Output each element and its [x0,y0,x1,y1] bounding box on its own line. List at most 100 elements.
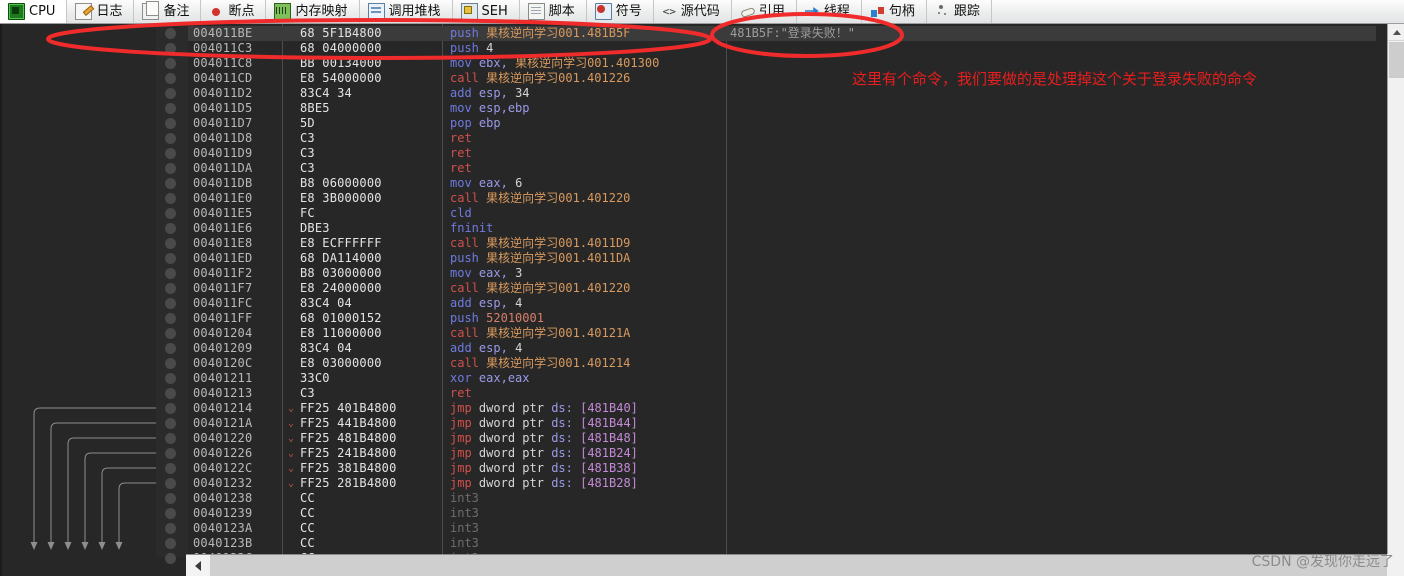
disassembly-rows[interactable]: 004011BE 68 5F1B4800 push 果核逆向学习001.481B5F… [188,24,1376,557]
disassembly-row[interactable]: 004011FC 83C4 04 add esp, 4 [188,296,1376,311]
breakpoint-toggle-icon[interactable] [165,133,176,144]
breakpoint-toggle-icon[interactable] [165,328,176,339]
disassembly-row[interactable]: 0040122C ⌄ FF25 381B4800 jmp dword ptr ds: … [188,461,1376,476]
tab-breakpoint-dot[interactable]: 断点 [201,0,267,23]
breakpoint-toggle-icon[interactable] [165,373,176,384]
breakpoint-toggle-icon[interactable] [165,358,176,369]
tab-handle[interactable]: 句柄 [862,0,927,23]
breakpoint-toggle-icon[interactable] [165,418,176,429]
disassembly-row[interactable]: 004011E8 E8 ECFFFFFF call 果核逆向学习001.4011D9 [188,236,1376,251]
breakpoint-toggle-icon[interactable] [165,58,176,69]
cpu-disassembly-panel[interactable]: 004011BE 68 5F1B4800 push 果核逆向学习001.481B5F… [0,24,1404,576]
instruction-mnemonic: ret [450,386,472,400]
row-instruction: fninit [450,221,493,236]
disassembly-row[interactable]: 004011D8 C3 ret [188,131,1376,146]
disassembly-row[interactable]: 004011DA C3 ret [188,161,1376,176]
disassembly-row[interactable]: 00401211 33C0 xor eax,eax [188,371,1376,386]
disassembly-row[interactable]: 00401214 ⌄ FF25 401B4800 jmp dword ptr ds: … [188,401,1376,416]
breakpoint-toggle-icon[interactable] [165,478,176,489]
disassembly-row[interactable]: 00401204 E8 11000000 call 果核逆向学习001.40121A [188,326,1376,341]
disassembly-row[interactable]: 004011E5 FC cld [188,206,1376,221]
tab-reference[interactable]: 引用 [732,0,797,23]
instruction-operand: 果核逆向学习001.401214 [486,356,631,370]
row-instruction: int3 [450,491,479,506]
disassembly-row[interactable]: 004011FF 68 01000152 push 52010001 [188,311,1376,326]
tab-trace[interactable]: 跟踪 [927,0,992,23]
breakpoint-toggle-icon[interactable] [165,148,176,159]
disassembly-row[interactable]: 004011D9 C3 ret [188,146,1376,161]
breakpoint-toggle-icon[interactable] [165,388,176,399]
breakpoint-toggle-icon[interactable] [165,433,176,444]
scroll-up-button[interactable] [1388,24,1404,41]
disassembly-row[interactable]: 00401213 C3 ret [188,386,1376,401]
disassembly-row[interactable]: 004011E0 E8 3B000000 call 果核逆向学习001.401220 [188,191,1376,206]
disassembly-row[interactable]: 004011DB B8 06000000 mov eax, 6 [188,176,1376,191]
breakpoint-toggle-icon[interactable] [165,208,176,219]
disassembly-row[interactable]: 004011C3 68 04000000 push 4 [188,41,1376,56]
disassembly-row[interactable]: 0040123A CC int3 [188,521,1376,536]
breakpoint-toggle-icon[interactable] [165,508,176,519]
breakpoint-toggle-icon[interactable] [165,178,176,189]
breakpoint-toggle-icon[interactable] [165,253,176,264]
breakpoint-toggle-icon[interactable] [165,538,176,549]
breakpoint-toggle-icon[interactable] [165,88,176,99]
disassembly-row[interactable]: 0040121A ⌄ FF25 441B4800 jmp dword ptr ds: … [188,416,1376,431]
breakpoint-toggle-icon[interactable] [165,73,176,84]
disassembly-row[interactable]: 004011F2 B8 03000000 mov eax, 3 [188,266,1376,281]
row-hex-bytes: 33C0 [300,371,330,385]
breakpoint-toggle-icon[interactable] [165,223,176,234]
breakpoint-toggle-icon[interactable] [165,103,176,114]
tab-script[interactable]: 脚本 [520,0,587,23]
jump-arrow-column [4,24,156,557]
breakpoint-toggle-icon[interactable] [165,163,176,174]
tab-thread[interactable]: 线程 [797,0,862,23]
breakpoint-toggle-icon[interactable] [165,553,176,564]
disassembly-row[interactable]: 004011D5 8BE5 mov esp,ebp [188,101,1376,116]
tab-call-stack[interactable]: 调用堆栈 [360,0,453,23]
breakpoint-toggle-icon[interactable] [165,403,176,414]
breakpoint-toggle-icon[interactable] [165,523,176,534]
disassembly-row[interactable]: 004011ED 68 DA114000 push 果核逆向学习001.4011DA [188,251,1376,266]
tab-notes[interactable]: 备注 [134,0,202,23]
breakpoint-toggle-icon[interactable] [165,313,176,324]
vertical-scroll-thumb[interactable] [1389,42,1404,78]
scroll-left-button[interactable] [186,555,210,576]
disassembly-row[interactable]: 00401226 ⌄ FF25 241B4800 jmp dword ptr ds: … [188,446,1376,461]
breakpoint-toggle-icon[interactable] [165,238,176,249]
disassembly-row[interactable]: 004011BE 68 5F1B4800 push 果核逆向学习001.481B5F… [188,26,1376,41]
disassembly-row[interactable]: 00401238 CC int3 [188,491,1376,506]
disassembly-row[interactable]: 0040120C E8 03000000 call 果核逆向学习001.401214 [188,356,1376,371]
disassembly-row[interactable]: 00401239 CC int3 [188,506,1376,521]
tab-source-code[interactable]: <> 源代码 [654,0,732,23]
tab-memory-map[interactable]: 内存映射 [266,0,360,23]
disassembly-row[interactable]: 00401232 ⌄ FF25 281B4800 jmp dword ptr ds: … [188,476,1376,491]
tab-symbol[interactable]: 符号 [587,0,654,23]
row-address: 00401232 [193,476,253,490]
breakpoint-toggle-icon[interactable] [165,268,176,279]
disassembly-row[interactable]: 00401209 83C4 04 add esp, 4 [188,341,1376,356]
disassembly-row[interactable]: 0040123B CC int3 [188,536,1376,551]
disassembly-row[interactable]: 00401220 ⌄ FF25 481B4800 jmp dword ptr ds: … [188,431,1376,446]
horizontal-scrollbar[interactable] [186,554,1387,576]
breakpoint-toggle-icon[interactable] [165,463,176,474]
breakpoint-toggle-icon[interactable] [165,43,176,54]
breakpoint-toggle-icon[interactable] [165,193,176,204]
disassembly-row[interactable]: 004011D7 5D pop ebp [188,116,1376,131]
breakpoint-toggle-icon[interactable] [165,28,176,39]
tab-log-page[interactable]: 日志 [67,0,135,23]
breakpoint-toggle-icon[interactable] [165,283,176,294]
breakpoint-toggle-icon[interactable] [165,493,176,504]
disassembly-row[interactable]: 004011E6 DBE3 fninit [188,221,1376,236]
breakpoint-toggle-icon[interactable] [165,118,176,129]
vertical-scrollbar[interactable] [1387,24,1404,576]
tab-cpu-chip[interactable]: CPU [0,0,68,23]
main-tab-bar[interactable]: CPU 日志 备注 断点 内存映射 调用堆栈 SEH 脚本 符号 <> 源代码 引用 线程 句柄 跟踪 [0,0,1404,24]
row-hex-bytes: C3 [300,146,315,160]
breakpoint-toggle-icon[interactable] [165,343,176,354]
tab-seh-shield[interactable]: SEH [453,0,520,23]
disassembly-row[interactable]: 004011F7 E8 24000000 call 果核逆向学习001.401220 [188,281,1376,296]
tab-label: 符号 [615,4,642,19]
breakpoint-gutter[interactable] [156,24,188,564]
breakpoint-toggle-icon[interactable] [165,298,176,309]
breakpoint-toggle-icon[interactable] [165,448,176,459]
